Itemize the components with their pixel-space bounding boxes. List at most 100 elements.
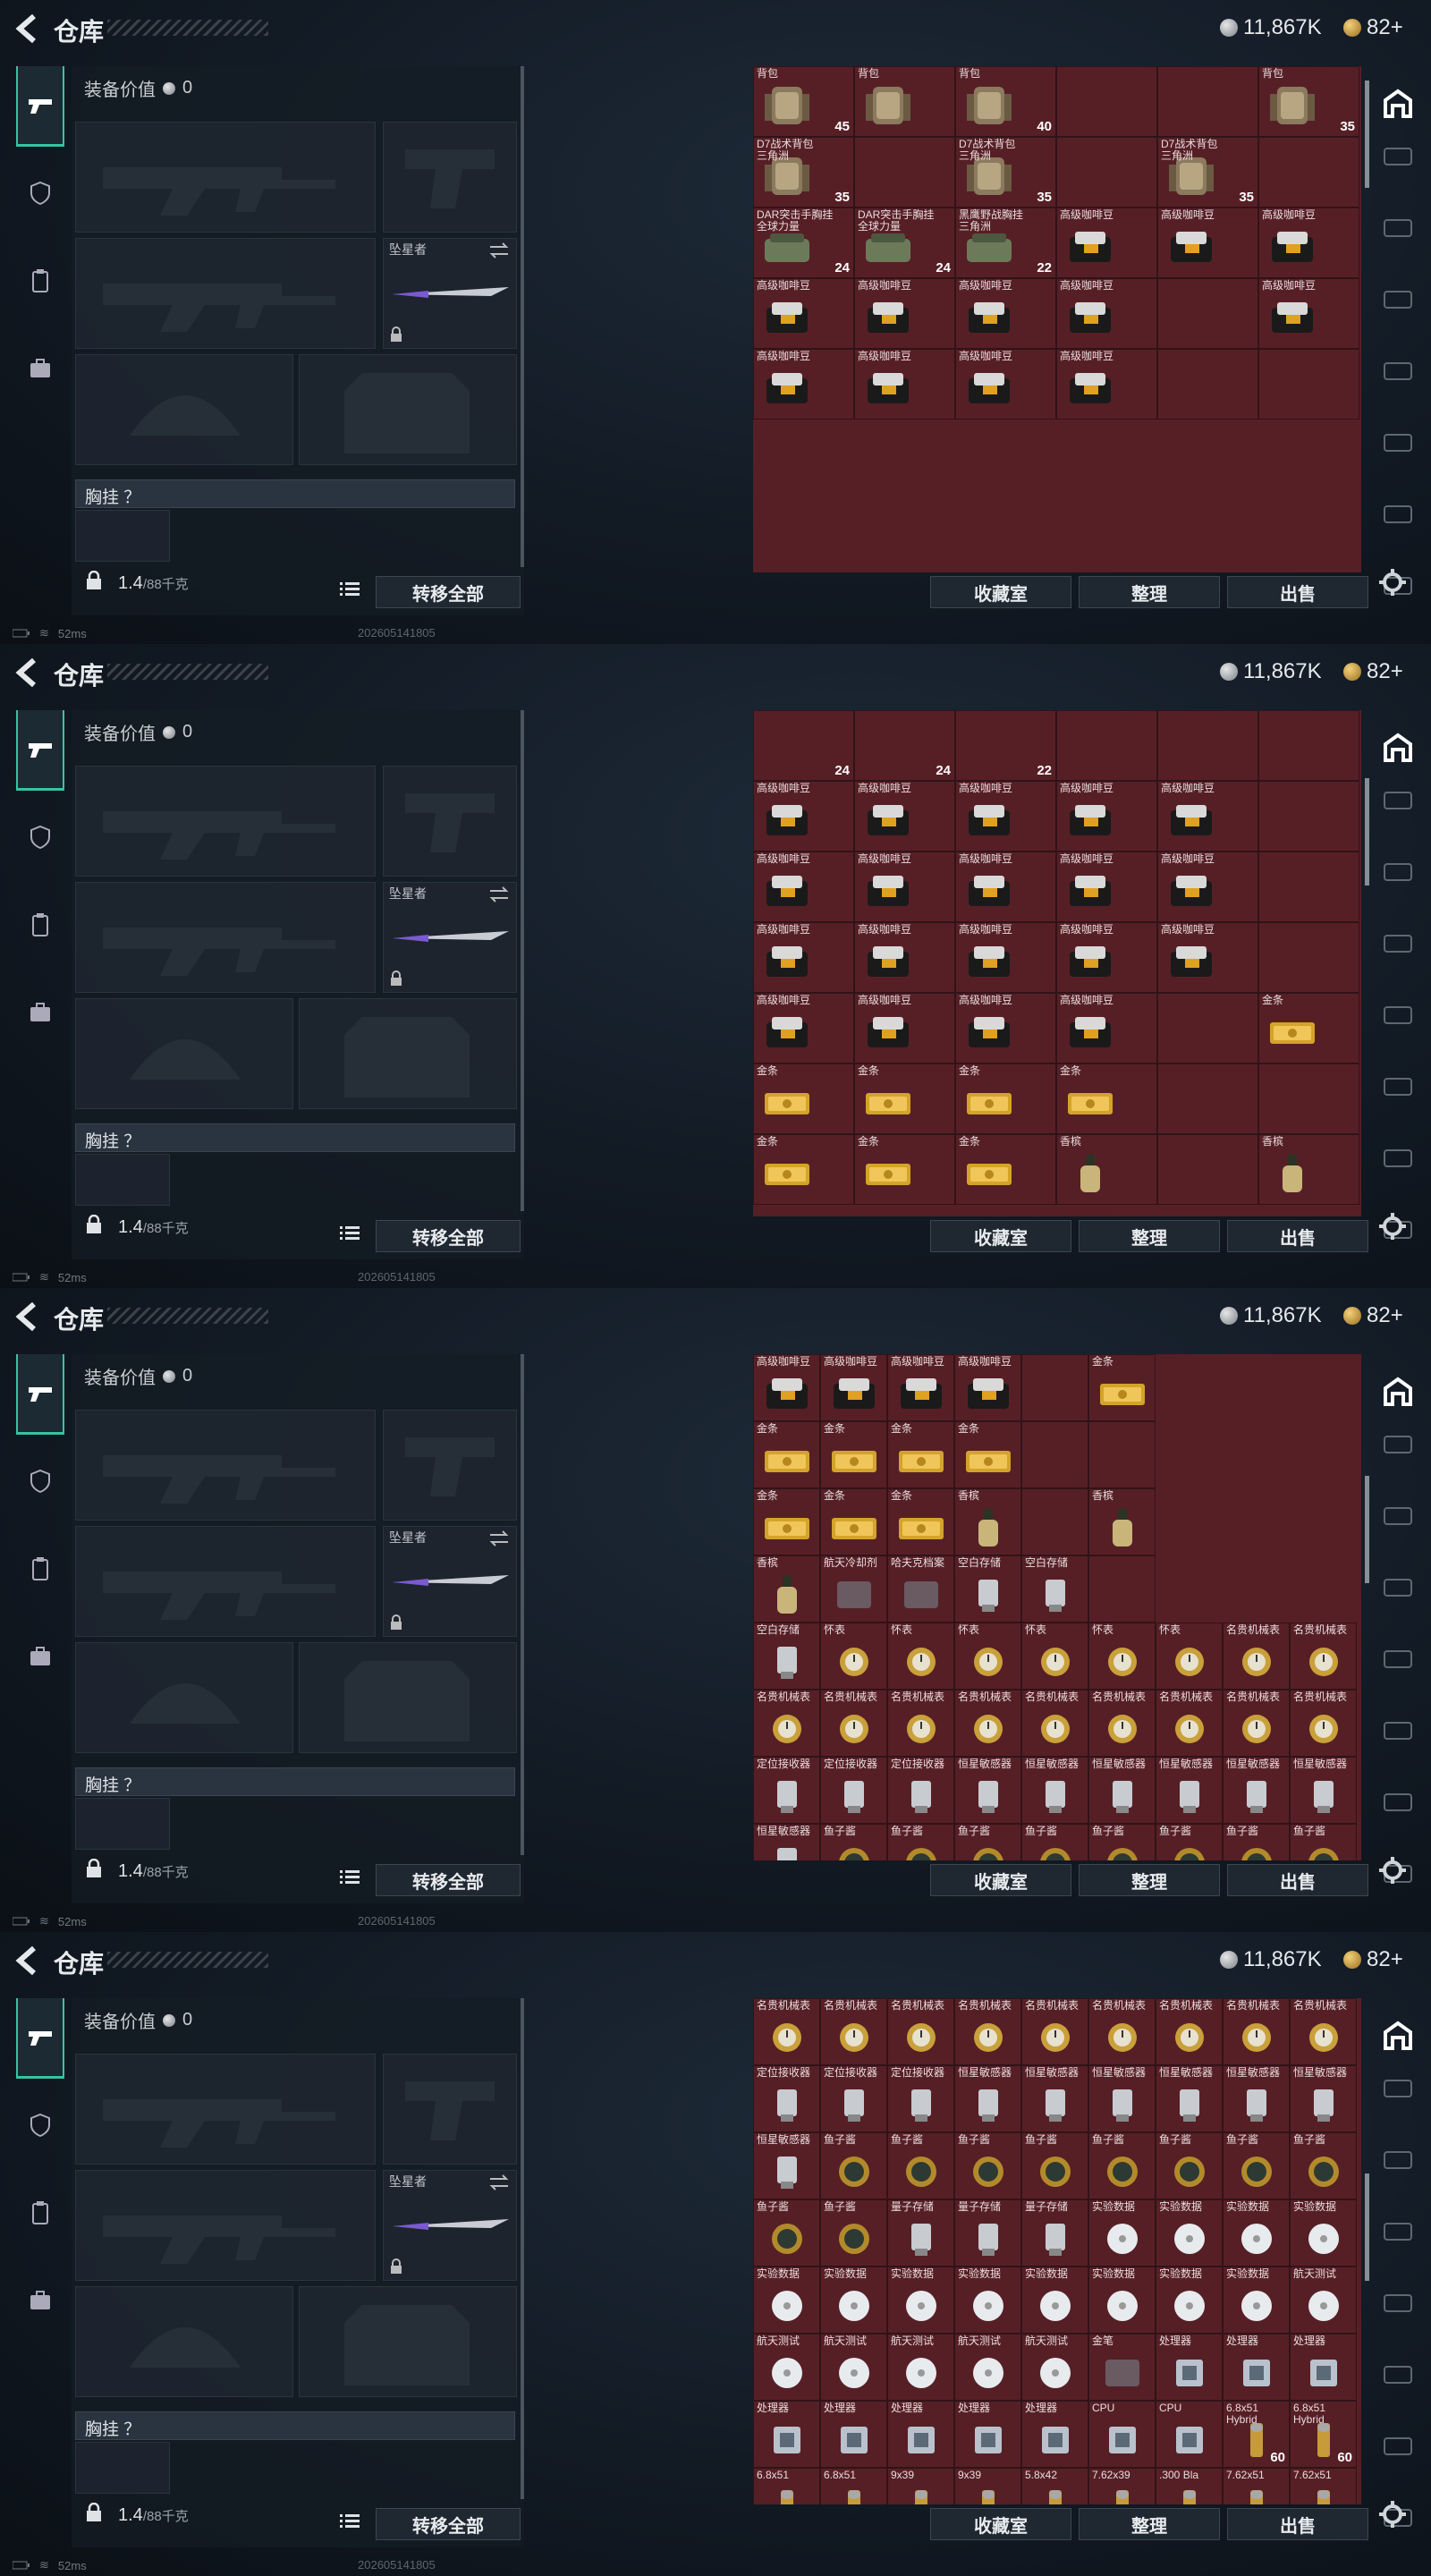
grid-cell[interactable]: 高级咖啡豆 (753, 781, 854, 852)
grid-cell[interactable]: D7战术背包 三角洲 35 (753, 137, 854, 208)
stash-grid[interactable]: 高级咖啡豆 高级咖啡豆 高级咖啡豆 高级咖啡豆 金条 金条 金条 金条 金条 金条 金条 金条 香槟 香槟… (753, 1354, 1361, 1860)
grid-cell[interactable]: 恒星敏感器 (1156, 2065, 1223, 2132)
grid-cell[interactable]: 鱼子酱 (820, 2199, 887, 2267)
secondary-weapon-slot[interactable] (75, 1526, 376, 1637)
grid-cell[interactable]: 空白存储 (954, 1555, 1021, 1623)
grid-cell[interactable]: 定位接收器 (753, 1757, 820, 1824)
grid-cell[interactable]: CPU (1088, 2401, 1156, 2468)
storage-container-icon[interactable] (1377, 145, 1418, 171)
grid-cell[interactable]: 6.8x51 Hybrid 60 (1290, 2401, 1357, 2468)
transfer-all-button[interactable]: 转移全部 (376, 2508, 521, 2540)
grid-cell[interactable]: 高级咖啡豆 (1056, 781, 1157, 852)
back-arrow-icon[interactable] (13, 1299, 45, 1335)
grid-cell[interactable]: CPU (1156, 2401, 1223, 2468)
tab-supplies-icon[interactable] (16, 2174, 64, 2254)
storage-container-icon[interactable] (1377, 431, 1418, 457)
grid-cell[interactable]: 高级咖啡豆 (753, 922, 854, 993)
grid-cell[interactable]: 黑鹰野战胸挂 三角洲 22 (955, 208, 1056, 278)
grid-cell[interactable]: 金条 (820, 1421, 887, 1488)
grid-cell[interactable]: 名贵机械表 (820, 1690, 887, 1757)
grid-cell[interactable]: 香槟 (954, 1488, 1021, 1555)
tab-weapons-icon[interactable] (16, 1998, 64, 2079)
stash-scrollbar[interactable] (1365, 2174, 1369, 2281)
stash-scrollbar[interactable] (1365, 1476, 1369, 1583)
swap-icon[interactable] (487, 2174, 511, 2190)
warehouse-home-icon[interactable] (1377, 730, 1418, 768)
tab-case-icon[interactable] (16, 1617, 64, 1698)
storage-container-icon[interactable] (1377, 1004, 1418, 1030)
tab-case-icon[interactable] (16, 973, 64, 1054)
grid-cell[interactable]: 鱼子酱 (954, 1824, 1021, 1860)
collection-button[interactable]: 收藏室 (930, 1220, 1071, 1252)
storage-container-icon[interactable] (1377, 789, 1418, 815)
grid-cell[interactable] (1157, 349, 1258, 419)
grid-cell[interactable]: 背包 (854, 66, 955, 137)
grid-cell[interactable]: D7战术背包 三角洲 35 (955, 137, 1056, 208)
grid-cell[interactable]: 金条 (753, 1421, 820, 1488)
grid-cell[interactable]: 鱼子酱 (1021, 2132, 1088, 2199)
grid-cell[interactable] (1157, 1134, 1258, 1205)
grid-cell[interactable]: 22 (955, 710, 1056, 781)
grid-cell[interactable]: 高级咖啡豆 (854, 852, 955, 922)
grid-cell[interactable]: 鱼子酱 (1290, 2132, 1357, 2199)
grid-cell[interactable] (1021, 1421, 1088, 1488)
grid-cell[interactable]: 高级咖啡豆 (854, 278, 955, 349)
grid-cell[interactable]: 金条 (887, 1488, 954, 1555)
helmet-slot[interactable] (75, 1642, 293, 1753)
grid-cell[interactable]: 7.62x51 (1223, 2468, 1290, 2504)
grid-cell[interactable]: 鱼子酱 (1021, 1824, 1088, 1860)
armor-slot[interactable] (299, 2286, 517, 2397)
grid-cell[interactable]: 名贵机械表 (1156, 1690, 1223, 1757)
melee-slot[interactable]: 坠星者 (383, 2170, 517, 2281)
storage-container-icon[interactable] (1377, 1791, 1418, 1817)
secondary-weapon-slot[interactable] (75, 882, 376, 993)
chest-rig-slot[interactable] (75, 1798, 170, 1850)
equipment-scrollbar[interactable] (521, 710, 524, 1211)
grid-cell[interactable]: 空白存储 (1021, 1555, 1088, 1623)
grid-cell[interactable]: 实验数据 (887, 2267, 954, 2334)
grid-cell[interactable]: 高级咖啡豆 (1056, 852, 1157, 922)
armor-slot[interactable] (299, 998, 517, 1109)
storage-container-icon[interactable] (1377, 216, 1418, 242)
helmet-slot[interactable] (75, 2286, 293, 2397)
grid-cell[interactable]: 恒星敏感器 (753, 2132, 820, 2199)
grid-cell[interactable]: 恒星敏感器 (1156, 1757, 1223, 1824)
grid-cell[interactable]: 高级咖啡豆 (820, 1354, 887, 1421)
grid-cell[interactable] (1157, 66, 1258, 137)
grid-cell[interactable]: 名贵机械表 (753, 1690, 820, 1757)
grid-cell[interactable]: 名贵机械表 (1290, 1998, 1357, 2065)
grid-cell[interactable]: 金条 (854, 1063, 955, 1134)
grid-cell[interactable]: 背包 40 (955, 66, 1056, 137)
equipment-scrollbar[interactable] (521, 66, 524, 567)
back-arrow-icon[interactable] (13, 655, 45, 691)
melee-slot[interactable]: 坠星者 (383, 1526, 517, 1637)
melee-slot[interactable]: 坠星者 (383, 238, 517, 349)
helmet-slot[interactable] (75, 354, 293, 465)
grid-cell[interactable]: 鱼子酱 (1290, 1824, 1357, 1860)
grid-cell[interactable]: 量子存储 (954, 2199, 1021, 2267)
grid-cell[interactable]: 高级咖啡豆 (955, 852, 1056, 922)
grid-cell[interactable]: 金条 (955, 1063, 1056, 1134)
grid-cell[interactable]: .300 Bla (1156, 2468, 1223, 2504)
grid-cell[interactable]: 实验数据 (1156, 2267, 1223, 2334)
grid-cell[interactable]: 怀表 (887, 1623, 954, 1690)
grid-cell[interactable]: 名贵机械表 (1021, 1690, 1088, 1757)
grid-cell[interactable]: 处理器 (1290, 2334, 1357, 2401)
grid-cell[interactable]: 名贵机械表 (887, 1690, 954, 1757)
collection-button[interactable]: 收藏室 (930, 1864, 1071, 1896)
grid-cell[interactable]: 鱼子酱 (1156, 1824, 1223, 1860)
grid-cell[interactable]: DAR突击手胸挂 全球力量 24 (753, 208, 854, 278)
tab-supplies-icon[interactable] (16, 242, 64, 322)
grid-cell[interactable]: 高级咖啡豆 (753, 1354, 820, 1421)
grid-cell[interactable]: 6.8x51 Hybrid 60 (1223, 2401, 1290, 2468)
pistol-slot[interactable] (383, 766, 517, 877)
grid-cell[interactable]: 金条 (753, 1063, 854, 1134)
settings-gear-icon[interactable] (1377, 1855, 1408, 1885)
grid-cell[interactable]: 恒星敏感器 (1021, 1757, 1088, 1824)
grid-cell[interactable]: 名贵机械表 (1156, 1998, 1223, 2065)
grid-cell[interactable]: 实验数据 (954, 2267, 1021, 2334)
grid-cell[interactable]: 实验数据 (1088, 2267, 1156, 2334)
storage-container-icon[interactable] (1377, 2363, 1418, 2389)
grid-cell[interactable]: 高级咖啡豆 (854, 993, 955, 1063)
grid-cell[interactable]: 航天测试 (1290, 2267, 1357, 2334)
